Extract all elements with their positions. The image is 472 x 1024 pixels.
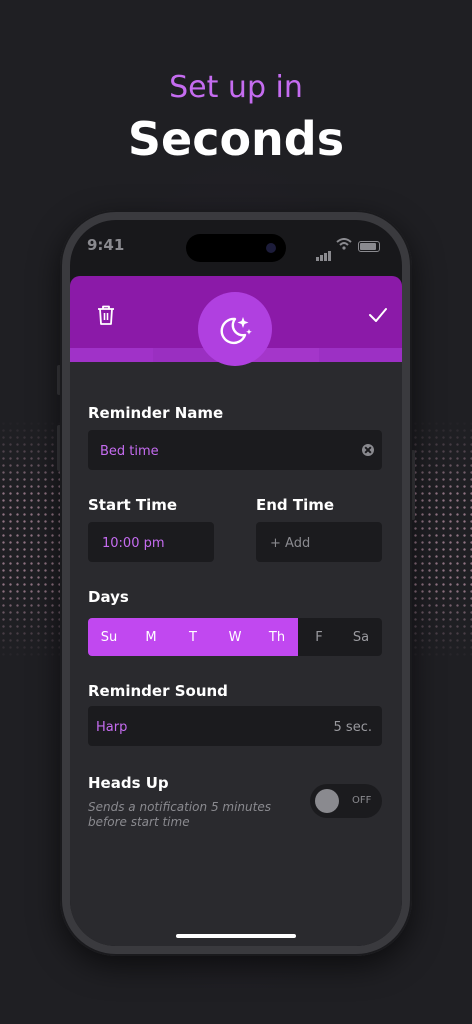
- reminder-sound-label: Reminder Sound: [88, 682, 228, 700]
- reminder-sound-value: Harp: [96, 720, 128, 735]
- end-time-placeholder: + Add: [270, 536, 311, 551]
- days-selector: Su M T W Th F Sa: [88, 618, 382, 656]
- decorative-dots-right: [412, 420, 472, 660]
- status-time: 9:41: [87, 236, 125, 254]
- reminder-sound-duration: 5 sec.: [333, 720, 372, 735]
- end-time-label: End Time: [256, 496, 335, 514]
- end-time-field[interactable]: + Add: [256, 522, 382, 562]
- toggle-knob: [315, 789, 339, 813]
- day-sunday[interactable]: Su: [88, 618, 130, 656]
- camera-icon: [266, 243, 276, 253]
- day-saturday[interactable]: Sa: [340, 618, 382, 656]
- reminder-name-label: Reminder Name: [88, 404, 224, 422]
- day-thursday[interactable]: Th: [256, 618, 298, 656]
- trash-icon[interactable]: [96, 304, 116, 326]
- toggle-state: OFF: [352, 795, 372, 806]
- clear-icon[interactable]: [362, 444, 374, 456]
- dynamic-island: [186, 234, 286, 262]
- signal-icon: [316, 242, 332, 261]
- moon-stars-icon: [220, 317, 252, 345]
- home-indicator: [176, 934, 296, 938]
- phone-screen: 9:41 Reminder Name Bed time Start Time 1…: [70, 220, 402, 946]
- reminder-type-button[interactable]: [198, 292, 272, 366]
- reminder-sheet: Reminder Name Bed time Start Time 10:00 …: [70, 276, 402, 946]
- decorative-dots-left: [0, 420, 60, 660]
- start-time-field[interactable]: 10:00 pm: [88, 522, 214, 562]
- heads-up-toggle[interactable]: OFF: [310, 784, 382, 818]
- headline-big: Seconds: [127, 112, 345, 166]
- day-monday[interactable]: M: [130, 618, 172, 656]
- start-time-label: Start Time: [88, 496, 178, 514]
- reminder-name-value: Bed time: [100, 444, 159, 459]
- days-label: Days: [88, 588, 129, 606]
- day-tuesday[interactable]: T: [172, 618, 214, 656]
- wifi-icon: [336, 238, 352, 250]
- status-bar: 9:41: [70, 220, 402, 272]
- heads-up-hint: Sends a notification 5 minutes before st…: [88, 800, 271, 829]
- battery-icon: [358, 241, 380, 252]
- day-friday[interactable]: F: [298, 618, 340, 656]
- headline-small: Set up in: [169, 70, 303, 105]
- check-icon[interactable]: [368, 306, 388, 324]
- day-wednesday[interactable]: W: [214, 618, 256, 656]
- heads-up-label: Heads Up: [88, 774, 169, 792]
- reminder-sound-field[interactable]: Harp 5 sec.: [88, 706, 382, 746]
- reminder-name-field[interactable]: Bed time: [88, 430, 382, 470]
- start-time-value: 10:00 pm: [102, 536, 165, 551]
